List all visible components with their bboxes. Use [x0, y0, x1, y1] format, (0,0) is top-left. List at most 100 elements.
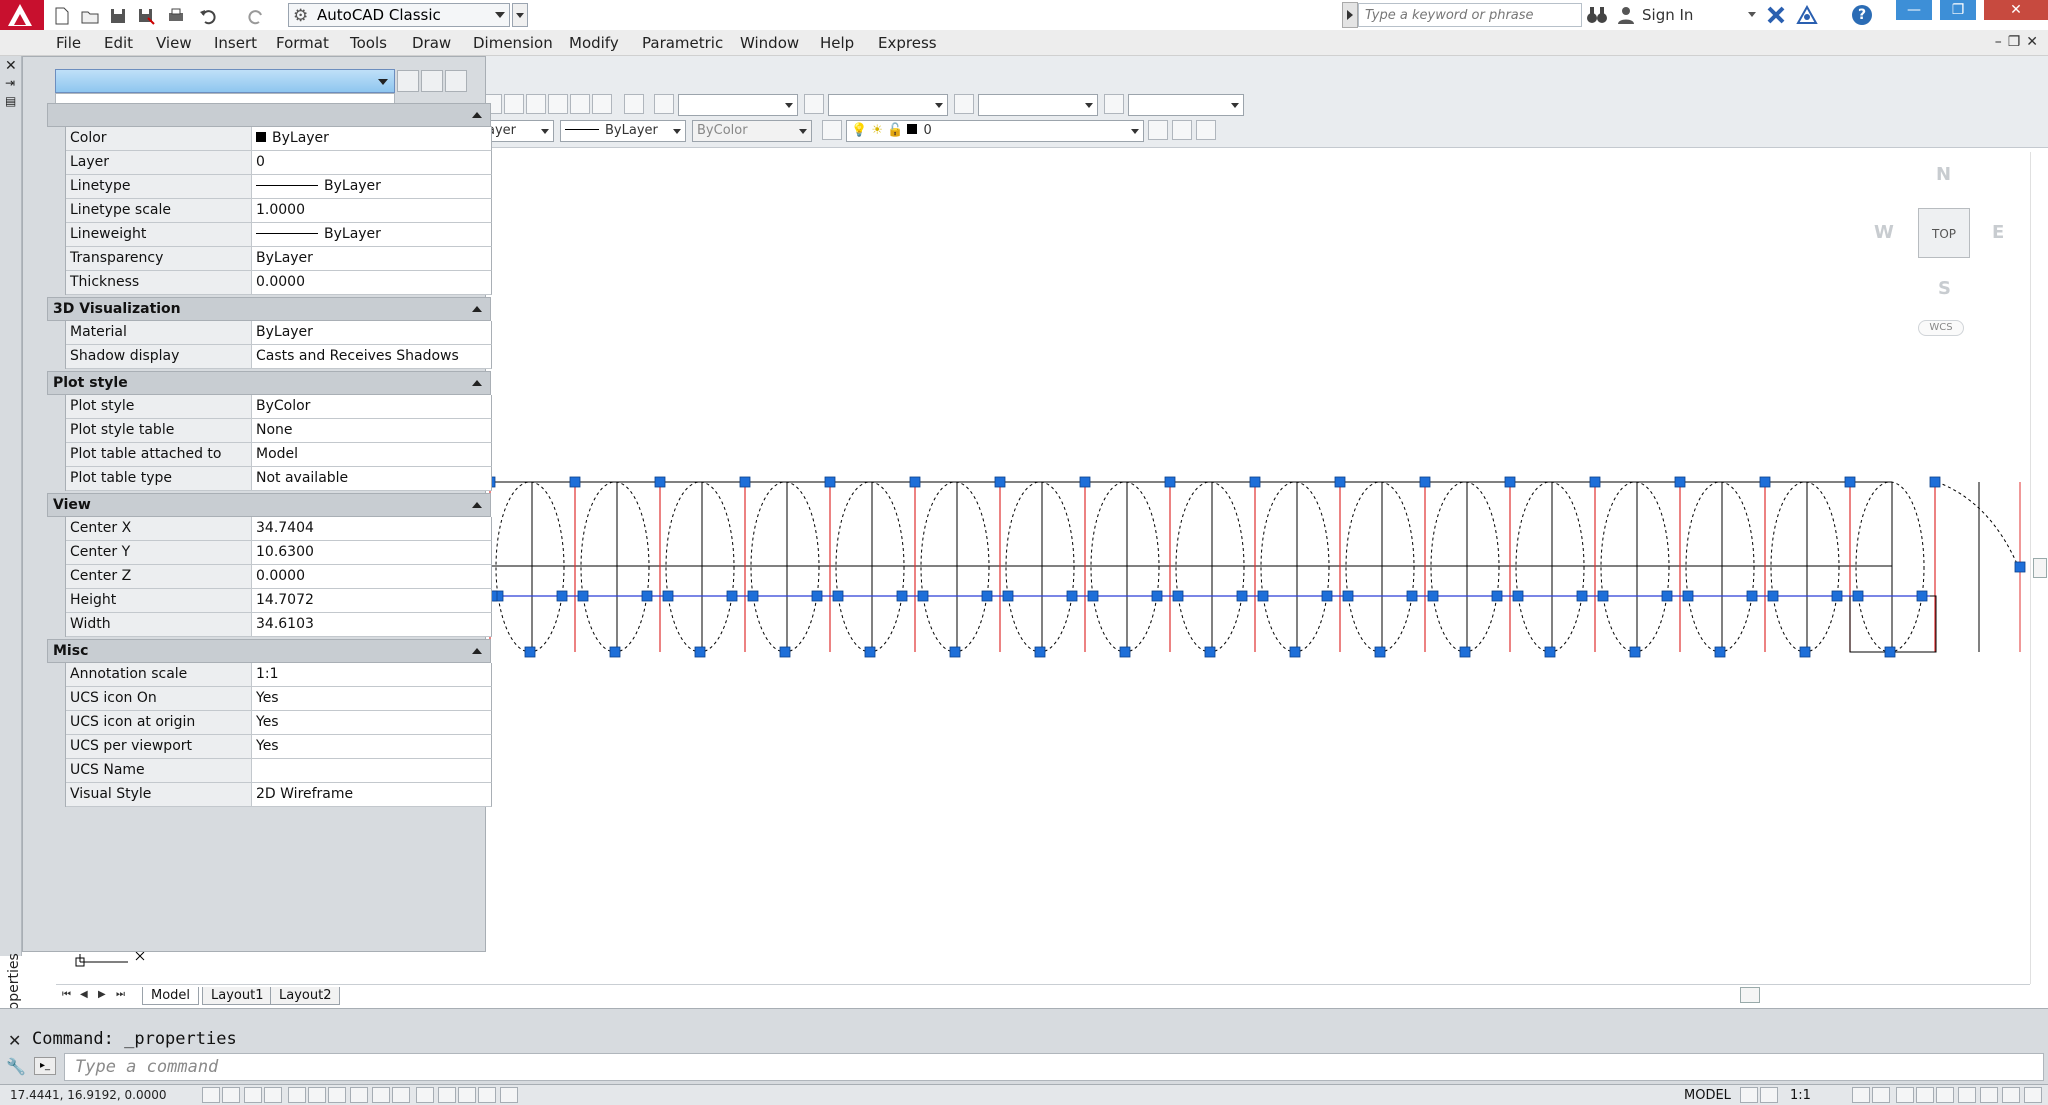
section-header[interactable]: View [47, 493, 491, 517]
drafting-toggle-icon[interactable] [244, 1087, 262, 1103]
drafting-toggle-icon[interactable] [350, 1087, 368, 1103]
property-value[interactable]: Casts and Receives Shadows [252, 345, 492, 369]
color-select[interactable]: ayer [482, 120, 554, 142]
toolbar-icon[interactable] [526, 94, 546, 114]
property-value[interactable]: ByColor [252, 395, 492, 419]
property-value[interactable]: Yes [252, 687, 492, 711]
property-row[interactable]: Visual Style 2D Wireframe [65, 783, 492, 807]
undo-icon[interactable] [196, 4, 218, 26]
save-as-icon[interactable] [134, 4, 156, 26]
property-value[interactable]: ByLayer [252, 321, 492, 345]
collapse-icon[interactable] [472, 648, 482, 654]
drafting-toggle-icon[interactable] [458, 1087, 476, 1103]
tab-layout1[interactable]: Layout1 [202, 987, 273, 1005]
property-value[interactable]: Not available [252, 467, 492, 491]
status-tray-icon[interactable] [2024, 1087, 2042, 1103]
property-value[interactable]: 0.0000 [252, 565, 492, 589]
property-value[interactable]: Yes [252, 735, 492, 759]
wcs-menu[interactable]: WCS [1918, 320, 1964, 336]
dim-style-icon[interactable] [804, 94, 824, 114]
properties-palette-titlebar[interactable]: ✕ ⇥ ▤ Properties [0, 56, 22, 1024]
plot-icon[interactable] [164, 4, 186, 26]
dim-style-select[interactable] [828, 94, 948, 116]
property-value[interactable] [252, 759, 492, 783]
workspace-select[interactable]: ⚙ AutoCAD Classic [288, 3, 510, 27]
sign-in-label[interactable]: Sign In [1642, 6, 1693, 24]
status-tray-icon[interactable] [1760, 1087, 1778, 1103]
prev-tab-icon[interactable]: ◀ [80, 989, 94, 1003]
property-row[interactable]: Center X 34.7404 [65, 517, 492, 541]
chevron-down-icon[interactable] [1748, 12, 1756, 17]
property-row[interactable]: UCS Name [65, 759, 492, 783]
status-tray-icon[interactable] [1936, 1087, 1954, 1103]
property-value[interactable]: ByLayer [252, 223, 492, 247]
menu-file[interactable]: File [56, 34, 81, 52]
property-row[interactable]: UCS icon at origin Yes [65, 711, 492, 735]
drafting-toggle-icon[interactable] [328, 1087, 346, 1103]
toolbar-icon[interactable] [548, 94, 568, 114]
linetype-select[interactable]: ByLayer [560, 120, 686, 142]
scroll-thumb[interactable] [2033, 558, 2047, 578]
save-icon[interactable] [106, 4, 128, 26]
property-value[interactable]: ByLayer [252, 247, 492, 271]
property-row[interactable]: UCS icon On Yes [65, 687, 492, 711]
drafting-toggle-icon[interactable] [392, 1087, 410, 1103]
drafting-toggle-icon[interactable] [416, 1087, 434, 1103]
property-value[interactable]: ByLayer [252, 175, 492, 199]
help-icon[interactable]: ? [1852, 5, 1872, 25]
autocad-logo-icon[interactable] [0, 0, 44, 30]
table-style-icon[interactable] [954, 94, 974, 114]
menu-help[interactable]: Help [820, 34, 854, 52]
section-header[interactable]: Plot style [47, 371, 491, 395]
recent-commands-icon[interactable]: ▸_ [34, 1057, 56, 1075]
viewcube-east[interactable]: E [1992, 222, 2004, 243]
drafting-toggle-icon[interactable] [478, 1087, 496, 1103]
property-row[interactable]: Material ByLayer [65, 321, 492, 345]
status-tray-icon[interactable] [2002, 1087, 2020, 1103]
property-value[interactable]: Model [252, 443, 492, 467]
status-tray-icon[interactable] [1980, 1087, 1998, 1103]
exchange-apps-icon[interactable] [1766, 5, 1786, 25]
property-row[interactable]: Linetype ByLayer [65, 175, 492, 199]
search-input[interactable] [1358, 3, 1582, 27]
property-value[interactable]: 0 [252, 151, 492, 175]
property-value[interactable]: 0.0000 [252, 271, 492, 295]
viewcube-north[interactable]: N [1936, 164, 1951, 185]
menu-express[interactable]: Express [878, 34, 937, 52]
layer-select[interactable]: 💡 ☀ 🔓 0 [846, 120, 1144, 142]
toolbar-icon[interactable] [504, 94, 524, 114]
search-expand-button[interactable] [1342, 2, 1358, 28]
menu-insert[interactable]: Insert [214, 34, 257, 52]
command-input[interactable] [64, 1053, 2044, 1081]
property-row[interactable]: Plot style ByColor [65, 395, 492, 419]
close-icon[interactable]: ✕ [8, 1031, 21, 1050]
collapse-icon[interactable] [472, 112, 482, 118]
property-row[interactable]: Thickness 0.0000 [65, 271, 492, 295]
user-icon[interactable] [1616, 5, 1636, 25]
last-tab-icon[interactable]: ⏭ [116, 989, 130, 1003]
help-toolbar-icon[interactable] [624, 94, 644, 114]
model-space-toggle[interactable]: MODEL [1684, 1088, 1731, 1103]
property-row[interactable]: Width 34.6103 [65, 613, 492, 637]
section-header[interactable]: 3D Visualization [47, 297, 491, 321]
drafting-toggle-icon[interactable] [372, 1087, 390, 1103]
restore-button[interactable]: ❐ [1940, 0, 1976, 20]
plotstyle-select[interactable]: ByColor [692, 120, 812, 142]
property-value[interactable]: 1:1 [252, 663, 492, 687]
property-value[interactable]: 2D Wireframe [252, 783, 492, 807]
wrench-icon[interactable]: 🔧 [6, 1057, 26, 1076]
horizontal-scrollbar[interactable] [1410, 987, 2048, 1003]
property-value[interactable]: 34.6103 [252, 613, 492, 637]
make-current-layer-icon[interactable] [1148, 120, 1168, 140]
drafting-toggle-icon[interactable] [308, 1087, 326, 1103]
tab-layout2[interactable]: Layout2 [270, 987, 341, 1005]
property-value[interactable]: ByLayer [252, 127, 492, 151]
menu-parametric[interactable]: Parametric [642, 34, 723, 52]
collapse-icon[interactable] [472, 380, 482, 386]
toolbar-icon[interactable] [570, 94, 590, 114]
status-tray-icon[interactable] [1872, 1087, 1890, 1103]
menu-dimension[interactable]: Dimension [473, 34, 553, 52]
section-header[interactable] [47, 103, 491, 127]
redo-icon[interactable] [244, 4, 266, 26]
close-button[interactable]: ✕ [1984, 0, 2048, 20]
